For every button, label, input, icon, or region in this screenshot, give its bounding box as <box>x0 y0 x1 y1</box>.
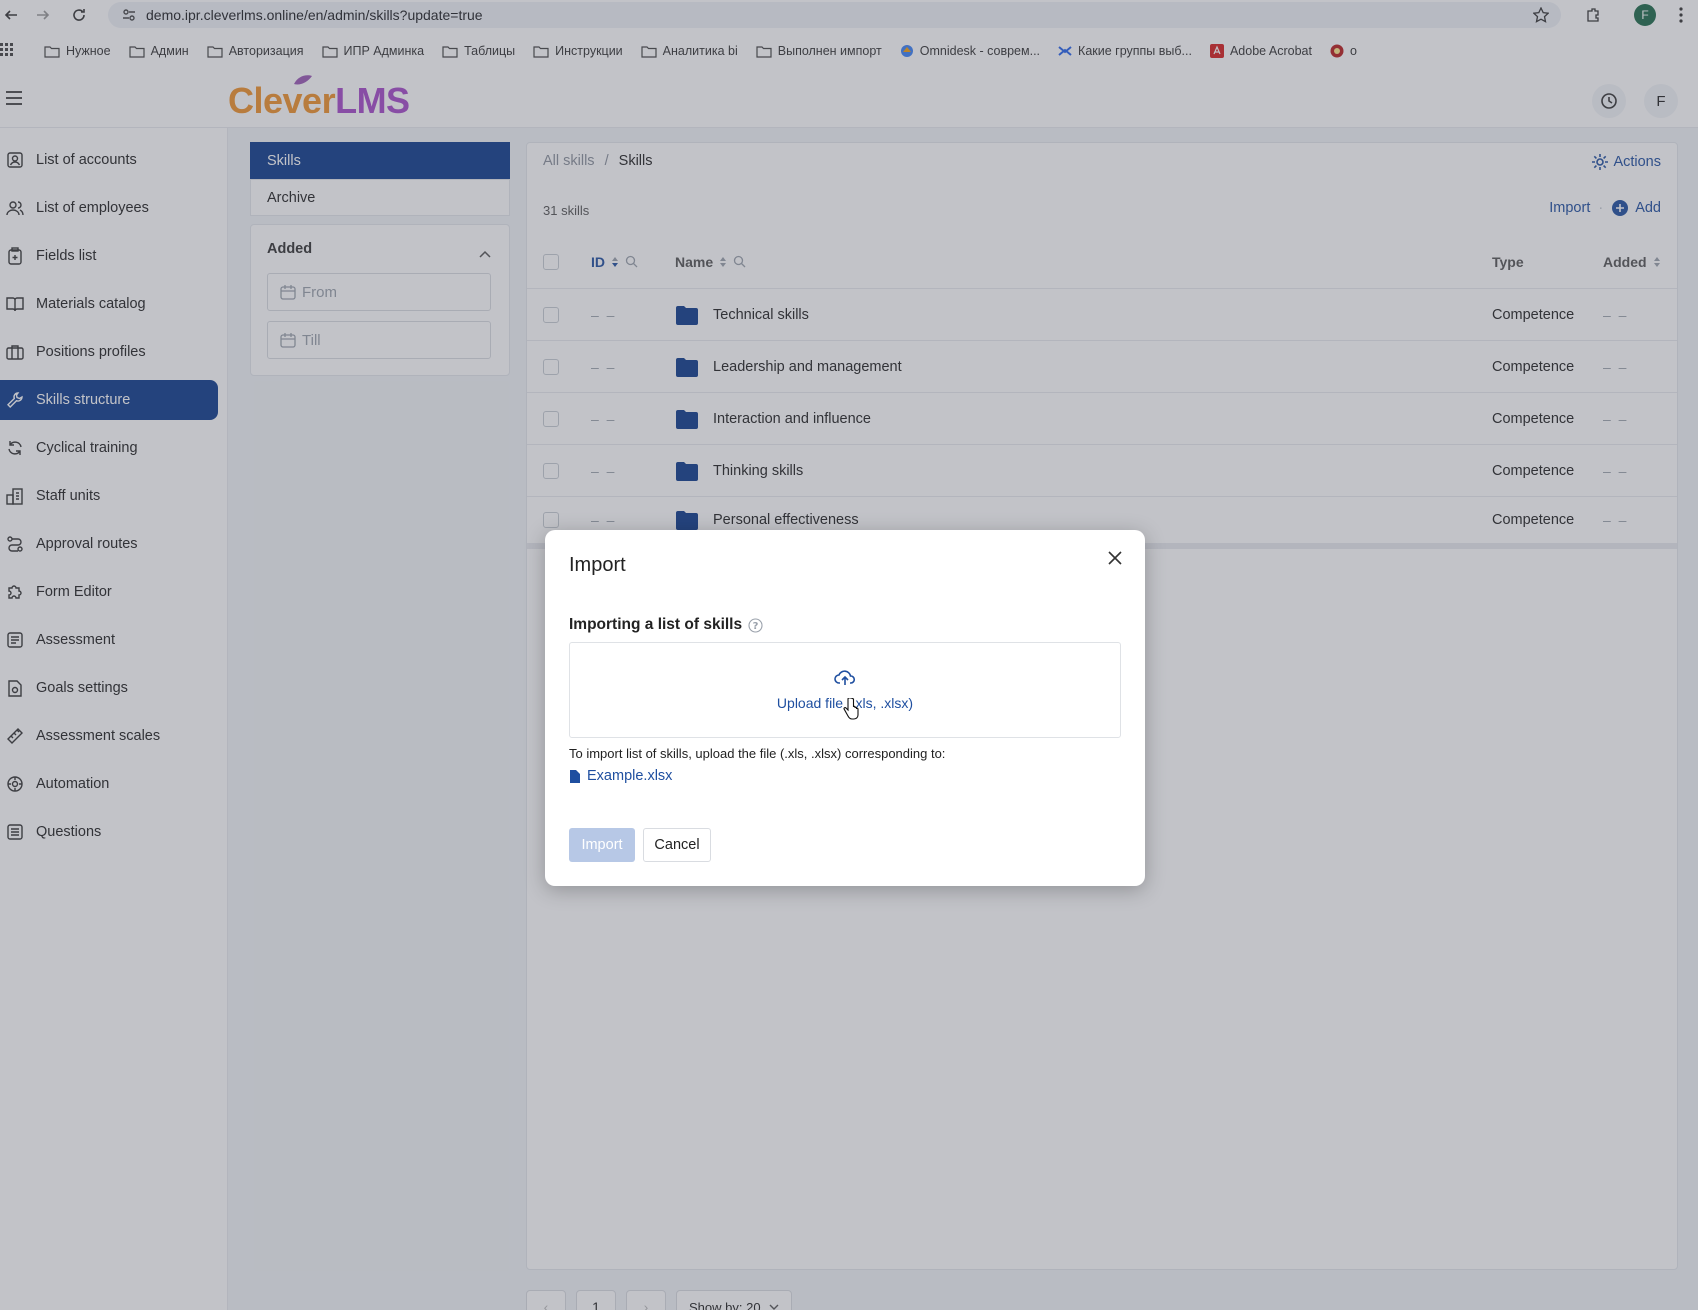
cancel-button[interactable]: Cancel <box>643 828 711 862</box>
example-file-link[interactable]: Example.xlsx <box>569 768 672 784</box>
help-icon[interactable]: ? <box>748 617 763 633</box>
import-section-label: Importing a list of skills ? <box>569 616 763 634</box>
file-icon <box>570 769 580 783</box>
svg-text:?: ? <box>753 621 759 632</box>
import-hint: To import list of skills, upload the fil… <box>569 746 946 761</box>
import-submit-button[interactable]: Import <box>569 828 635 862</box>
modal-title: Import <box>569 554 626 576</box>
file-dropzone[interactable]: Upload file (.xls, .xlsx) <box>569 642 1121 738</box>
import-modal: Import Importing a list of skills ? Uplo… <box>545 530 1145 886</box>
cloud-upload-icon <box>834 670 856 685</box>
hand-cursor-icon <box>843 698 859 720</box>
close-icon[interactable] <box>1107 550 1123 569</box>
